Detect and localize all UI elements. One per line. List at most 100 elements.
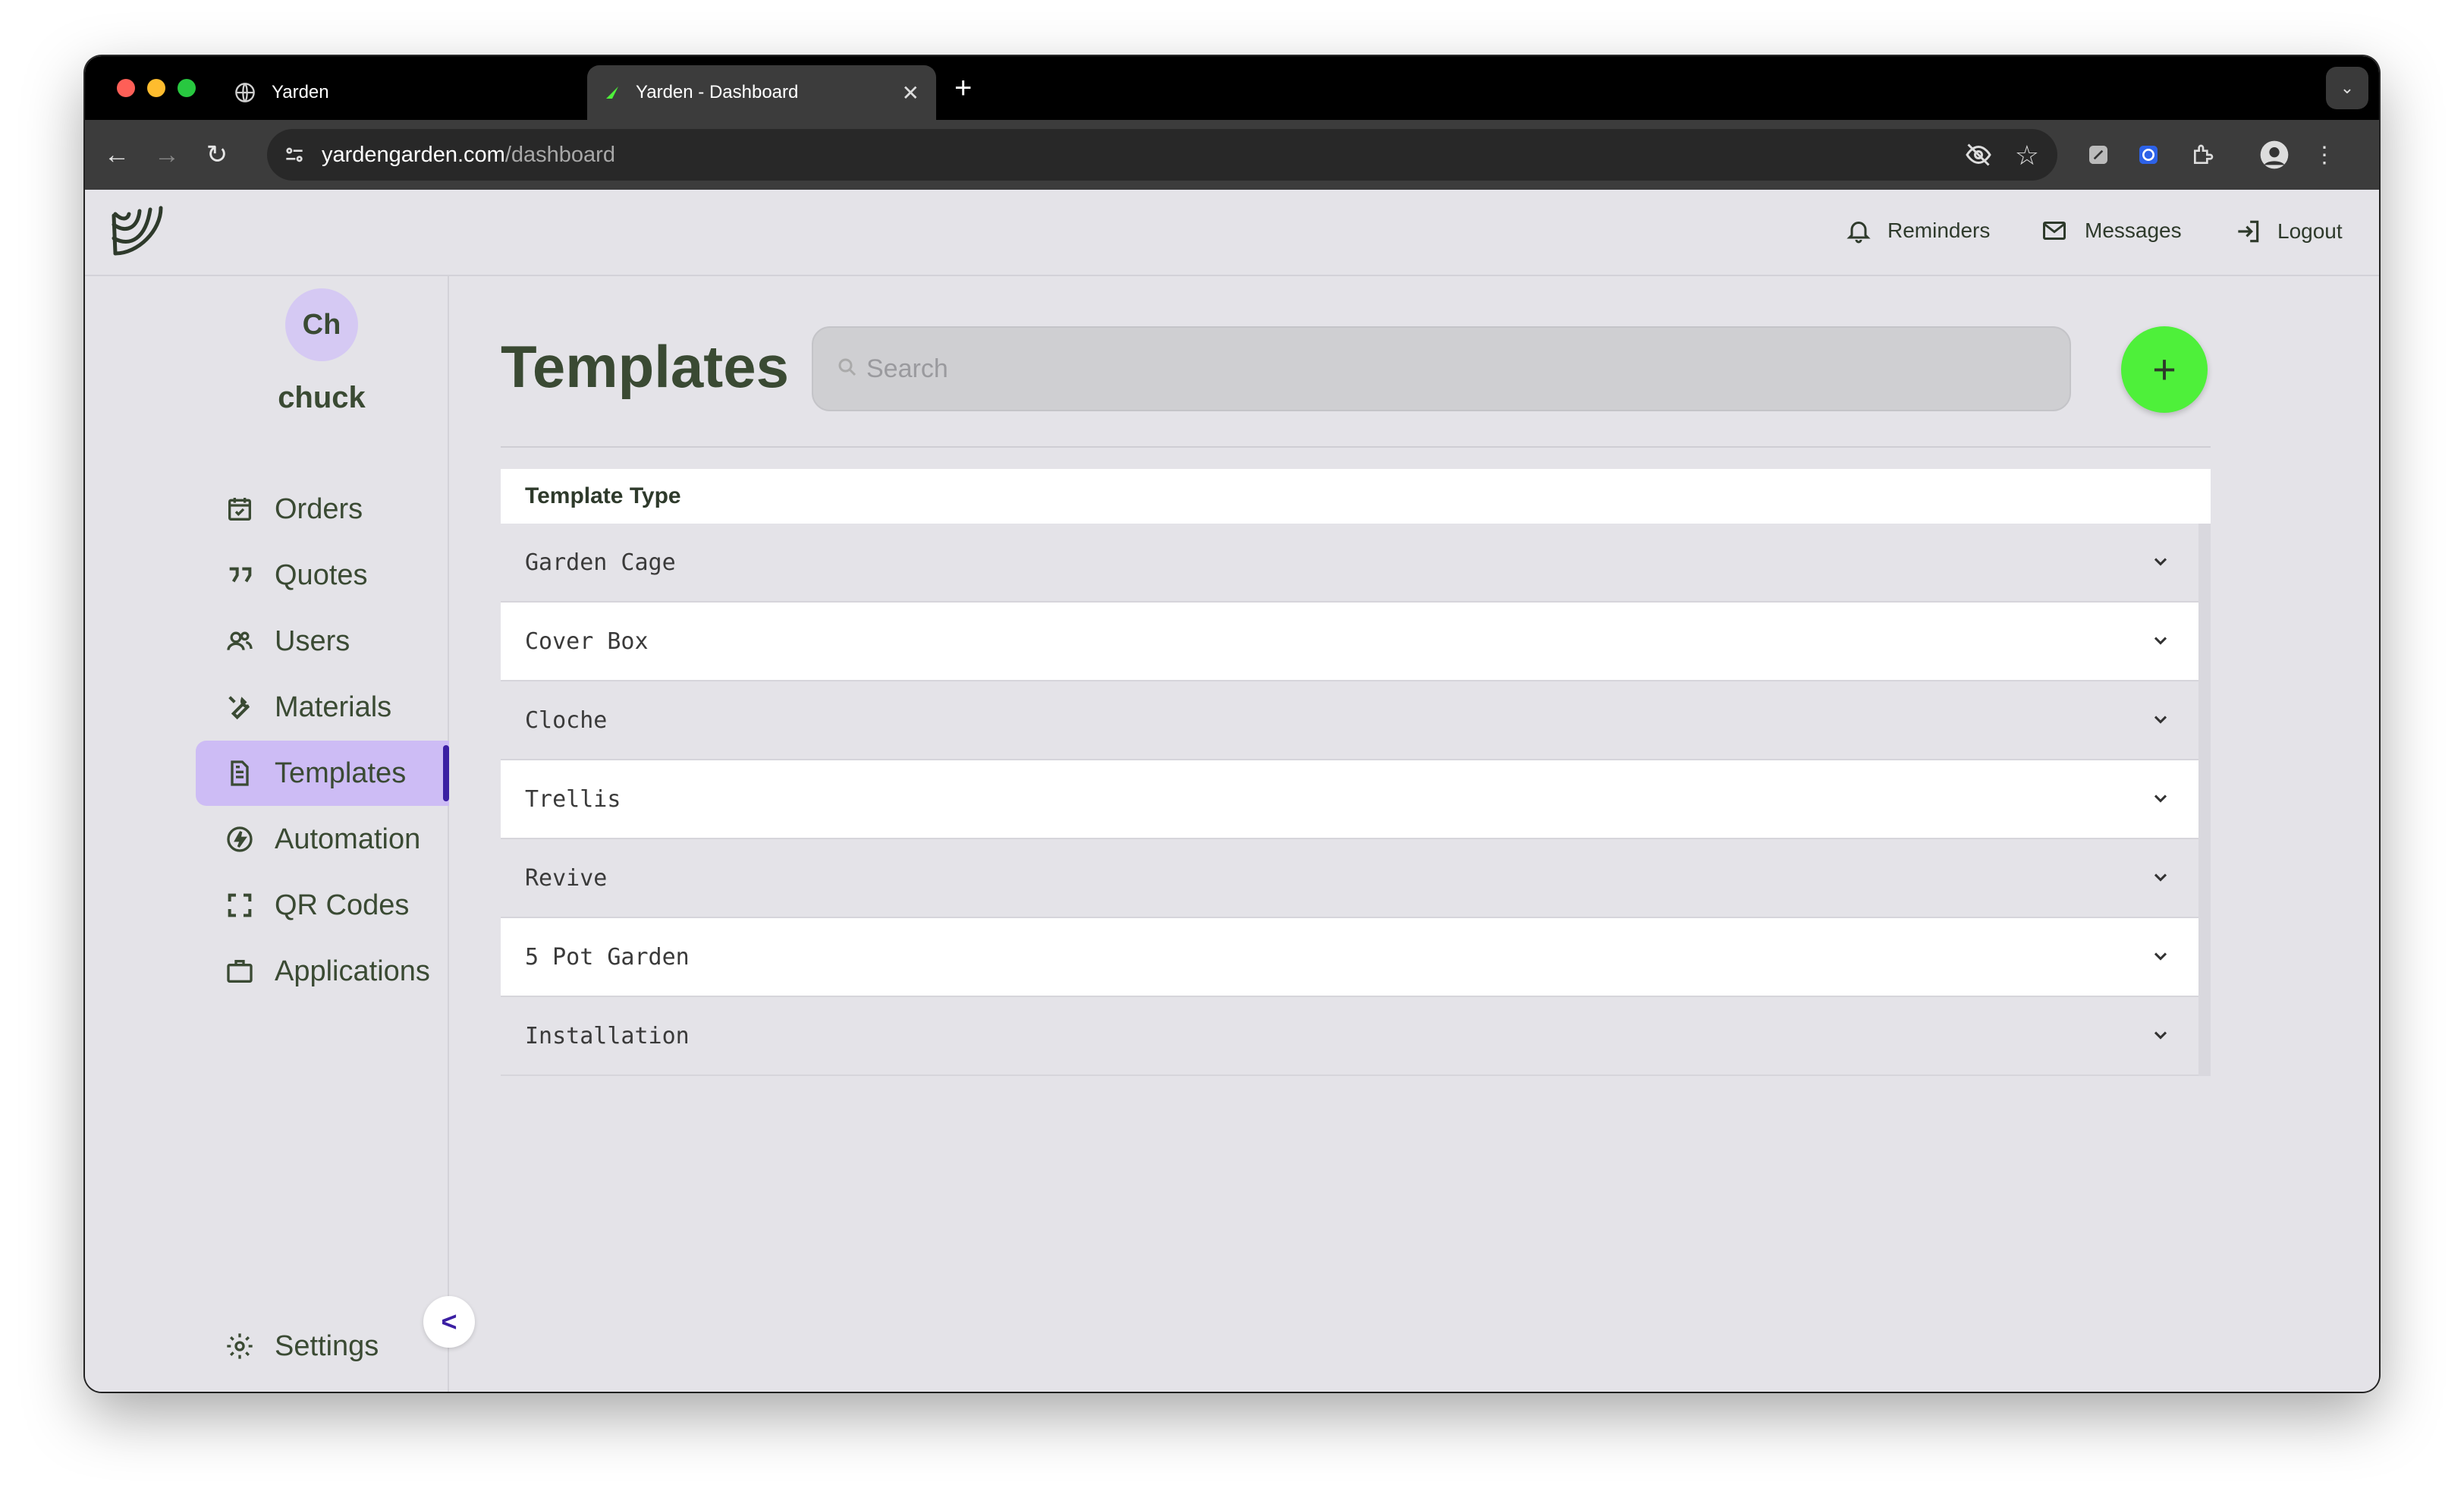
logout-icon: [2238, 220, 2259, 243]
search-icon: [836, 356, 859, 382]
bookmark-star-icon[interactable]: ☆: [2015, 140, 2039, 171]
document-icon: [223, 757, 256, 790]
row-label: 5 Pot Garden: [525, 943, 690, 971]
url-path: /dashboard: [504, 143, 615, 167]
browser-window: Yarden ✕ Yarden - Dashboard ✕ + ⌄ ← → ↻ …: [85, 56, 2379, 1392]
row-label: Cover Box: [525, 628, 649, 655]
sidebar-item-label: Users: [275, 625, 350, 657]
sidebar-item-label: Quotes: [275, 558, 368, 591]
add-template-button[interactable]: +: [2121, 326, 2208, 413]
table-row[interactable]: Installation: [501, 997, 2198, 1076]
browser-menu-icon[interactable]: ⋮: [2305, 135, 2344, 175]
row-label: Cloche: [525, 706, 608, 734]
chevron-down-icon[interactable]: [2150, 551, 2171, 578]
main-content: Templates + Template Type Garden Cage Co…: [449, 276, 2379, 1392]
row-label: Installation: [525, 1022, 690, 1049]
browser-tab-yarden[interactable]: Yarden ✕: [212, 65, 652, 120]
sidebar-item-label: Applications: [275, 955, 430, 987]
messages-label: Messages: [2085, 219, 2182, 242]
row-label: Revive: [525, 864, 608, 892]
profile-avatar-icon[interactable]: [2255, 135, 2294, 175]
sidebar: Ch chuck Orders Quotes Users Materials T…: [85, 276, 475, 1392]
table-row[interactable]: Cover Box: [501, 603, 2198, 681]
address-bar[interactable]: yardengarden.com/dashboard ☆: [267, 129, 2057, 181]
sidebar-item-quotes[interactable]: Quotes: [196, 543, 449, 608]
back-icon[interactable]: ←: [99, 137, 135, 173]
sidebar-item-label: Templates: [275, 757, 407, 789]
table-header: Template Type: [501, 469, 2211, 524]
row-label: Garden Cage: [525, 549, 676, 576]
tab-search-button[interactable]: ⌄: [2326, 67, 2368, 109]
row-label: Trellis: [525, 785, 621, 813]
divider: [501, 446, 2211, 448]
browser-toolbar: ← → ↻ yardengarden.com/dashboard ☆ ⋮: [85, 120, 2379, 190]
briefcase-icon: [223, 955, 256, 988]
messages-link[interactable]: Messages: [2039, 217, 2182, 244]
table-row[interactable]: Garden Cage: [501, 524, 2198, 603]
templates-table: Template Type Garden Cage Cover Box Cloc…: [501, 469, 2211, 1076]
search-input[interactable]: [866, 354, 2004, 384]
extension-icon[interactable]: [2129, 135, 2168, 175]
chevron-down-icon[interactable]: [2150, 788, 2171, 815]
lightning-icon: [223, 823, 256, 856]
calendar-check-icon: [223, 492, 256, 526]
globe-icon: [234, 81, 256, 104]
mail-icon: [2043, 222, 2066, 240]
sidebar-item-settings[interactable]: Settings: [196, 1314, 449, 1379]
users-icon: [223, 625, 256, 658]
gear-icon: [223, 1329, 256, 1363]
forward-icon[interactable]: →: [149, 137, 185, 173]
sidebar-item-users[interactable]: Users: [196, 609, 449, 674]
sidebar-item-materials[interactable]: Materials: [196, 675, 449, 740]
sidebar-item-qr-codes[interactable]: QR Codes: [196, 873, 449, 938]
table-row[interactable]: Trellis: [501, 760, 2198, 839]
sidebar-item-label: Orders: [275, 492, 363, 525]
chevron-down-icon[interactable]: [2150, 867, 2171, 894]
reminders-label: Reminders: [1887, 219, 1991, 242]
chevron-down-icon[interactable]: [2150, 709, 2171, 736]
logout-label: Logout: [2277, 219, 2343, 243]
tab-title: Yarden - Dashboard: [636, 82, 799, 102]
puzzle-icon[interactable]: [2183, 135, 2223, 175]
sidebar-item-templates[interactable]: Templates: [196, 741, 449, 806]
avatar[interactable]: Ch: [285, 288, 358, 361]
extension-icon[interactable]: [2079, 135, 2118, 175]
sidebar-item-label: Materials: [275, 691, 392, 723]
reminders-link[interactable]: Reminders: [1845, 217, 1990, 244]
table-row[interactable]: Revive: [501, 839, 2198, 918]
site-settings-icon[interactable]: [282, 143, 306, 171]
sidebar-item-label: Settings: [275, 1329, 379, 1362]
close-window-button[interactable]: [117, 79, 135, 97]
reload-icon[interactable]: ↻: [199, 137, 235, 173]
sidebar-item-automation[interactable]: Automation: [196, 807, 449, 872]
sidebar-item-applications[interactable]: Applications: [196, 939, 449, 1004]
sidebar-item-label: QR Codes: [275, 889, 410, 921]
scan-icon: [223, 889, 256, 922]
bell-icon: [1846, 222, 1871, 244]
table-scrollbar[interactable]: [2198, 524, 2211, 1076]
maximize-window-button[interactable]: [178, 79, 196, 97]
chevron-down-icon[interactable]: [2150, 1024, 2171, 1052]
logout-link[interactable]: Logout: [2233, 217, 2343, 246]
sidebar-item-orders[interactable]: Orders: [196, 477, 449, 542]
table-row[interactable]: Cloche: [501, 681, 2198, 760]
url-host: yardengarden.com: [322, 143, 505, 167]
new-tab-button[interactable]: +: [954, 71, 972, 105]
close-tab-icon[interactable]: ✕: [902, 80, 919, 105]
chevron-down-icon[interactable]: [2150, 946, 2171, 973]
app-header: Reminders Messages Logout: [85, 190, 2379, 276]
url-text: yardengarden.com/dashboard: [322, 143, 615, 168]
minimize-window-button[interactable]: [147, 79, 165, 97]
eye-off-icon[interactable]: [1965, 141, 1992, 172]
browser-tab-dashboard[interactable]: Yarden - Dashboard ✕: [587, 65, 936, 120]
tab-title: Yarden: [272, 82, 329, 102]
page-title: Templates: [501, 333, 790, 400]
chevron-down-icon[interactable]: [2150, 630, 2171, 657]
yarden-favicon-icon: [601, 81, 624, 104]
table-row[interactable]: 5 Pot Garden: [501, 918, 2198, 997]
sidebar-item-label: Automation: [275, 823, 421, 855]
quote-icon: [223, 558, 256, 592]
yarden-logo[interactable]: [108, 200, 168, 261]
tab-strip: Yarden ✕ Yarden - Dashboard ✕ + ⌄: [85, 56, 2379, 120]
search-bar[interactable]: [812, 326, 2071, 411]
